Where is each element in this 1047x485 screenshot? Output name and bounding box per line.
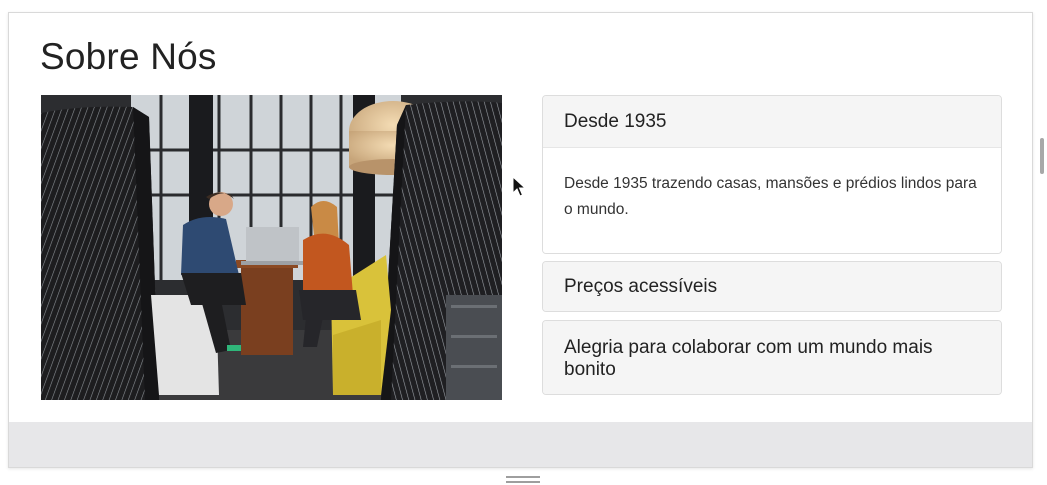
accordion-heading-desde-1935[interactable]: Desde 1935 [543,96,1001,147]
accordion-title: Alegria para colaborar com um mundo mais… [564,336,933,380]
office-meeting-photo [41,95,502,400]
accordion-title: Desde 1935 [564,110,667,132]
footer-band [9,422,1032,467]
resize-handle-icon[interactable] [506,476,540,484]
accordion-title: Preços acessíveis [564,275,718,297]
accordion-panel-alegria: Alegria para colaborar com um mundo mais… [542,320,1002,395]
accordion-heading-precos-acessiveis[interactable]: Preços acessíveis [543,262,1001,311]
section-title: Sobre Nós [40,36,217,77]
accordion-heading-alegria[interactable]: Alegria para colaborar com um mundo mais… [543,321,1001,394]
scrollbar-handle[interactable] [1040,138,1044,174]
top-strip [0,0,1047,12]
accordion-panel-desde-1935: Desde 1935 Desde 1935 trazendo casas, ma… [542,95,1002,254]
accordion-body-text: Desde 1935 trazendo casas, mansões e pré… [564,175,977,218]
accordion-panel-precos-acessiveis: Preços acessíveis [542,261,1002,312]
mouse-cursor-icon [512,175,527,198]
accordion-body-desde-1935: Desde 1935 trazendo casas, mansões e pré… [543,147,1001,253]
